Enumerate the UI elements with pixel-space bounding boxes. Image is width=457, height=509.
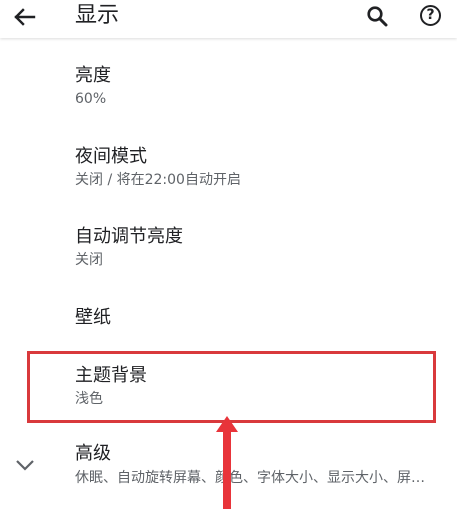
setting-auto-brightness[interactable]: 自动调节亮度 关闭	[0, 213, 457, 283]
back-button[interactable]	[6, 1, 42, 33]
setting-title: 自动调节亮度	[75, 226, 183, 247]
setting-summary: 关闭	[75, 252, 103, 268]
setting-summary: 60%	[75, 91, 107, 107]
setting-theme[interactable]: 主题背景 浅色	[0, 352, 457, 422]
search-icon	[367, 6, 388, 27]
setting-title: 夜间模式	[75, 146, 147, 167]
setting-summary: 关闭 / 将在22:00自动开启	[75, 172, 241, 188]
setting-title: 壁纸	[75, 307, 111, 328]
help-button[interactable]: ?	[414, 1, 448, 33]
page-title: 显示	[75, 3, 120, 28]
setting-title: 亮度	[75, 65, 111, 86]
setting-title: 高级	[75, 443, 111, 464]
setting-advanced[interactable]: 高级 休眠、自动旋转屏幕、颜色、字体大小、显示大小、屏幕保护程序	[0, 430, 457, 500]
setting-summary: 休眠、自动旋转屏幕、颜色、字体大小、显示大小、屏幕保护程序	[75, 470, 435, 486]
chevron-down-icon	[16, 460, 34, 471]
search-button[interactable]	[360, 1, 394, 33]
setting-title: 主题背景	[75, 365, 147, 386]
setting-brightness[interactable]: 亮度 60%	[0, 52, 457, 122]
setting-wallpaper[interactable]: 壁纸	[0, 290, 457, 346]
setting-summary: 浅色	[75, 391, 103, 407]
app-bar: 显示 ?	[0, 0, 457, 38]
help-circle-icon: ?	[420, 5, 441, 26]
setting-night-mode[interactable]: 夜间模式 关闭 / 将在22:00自动开启	[0, 133, 457, 203]
arrow-left-icon	[14, 8, 36, 26]
